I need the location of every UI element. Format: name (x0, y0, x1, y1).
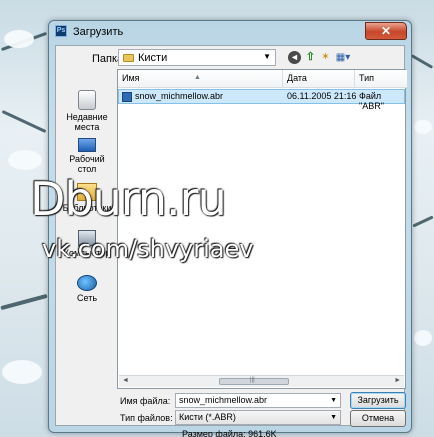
place-label: Рабочий стол (69, 154, 105, 174)
scroll-grip-icon: ||| (250, 377, 255, 383)
folder-icon (123, 54, 134, 62)
file-name: snow_michmellow.abr (135, 91, 224, 101)
file-row[interactable]: snow_michmellow.abr 06.11.2005 21:16 Фай… (118, 89, 405, 111)
column-header-type[interactable]: Тип (355, 70, 407, 88)
file-date: 06.11.2005 21:16 (287, 91, 357, 101)
up-folder-icon[interactable]: ⇧ (303, 50, 318, 65)
title-bar[interactable]: Ps Загрузить ✕ (49, 21, 411, 43)
photoshop-app-icon: Ps (55, 25, 67, 37)
scroll-left-icon[interactable]: ◄ (122, 377, 129, 384)
watermark-vk: vk.com/shvyriaev (42, 235, 254, 263)
file-size-text: Размер файла: 961,6K (182, 429, 277, 437)
chevron-down-icon: ▼ (330, 414, 337, 421)
back-icon[interactable]: ◄ (288, 51, 301, 64)
column-header-name[interactable]: Имя ▲ (118, 70, 283, 88)
filename-input[interactable]: snow_michmellow.abr ▼ (175, 393, 341, 408)
cancel-button[interactable]: Отмена (350, 410, 406, 427)
file-list[interactable]: Имя ▲ Дата изменения Тип snow_michmellow… (117, 69, 407, 389)
open-button[interactable]: Загрузить (350, 392, 406, 409)
chevron-down-icon[interactable]: ▼ (330, 394, 337, 407)
places-bar: Недавние места Рабочий стол Библиотеки К… (59, 70, 115, 390)
column-header-date[interactable]: Дата изменения (283, 70, 355, 100)
open-file-dialog: Ps Загрузить ✕ Папка: Кисти ▼ ◄ ⇧ ✶ ▦▾ Н… (48, 20, 412, 437)
place-recent[interactable]: Недавние места (59, 90, 115, 132)
new-folder-icon[interactable]: ✶ (318, 50, 333, 65)
abr-file-icon (122, 92, 132, 102)
window-title: Загрузить (73, 26, 124, 38)
place-label: Сеть (76, 293, 98, 303)
filename-value: snow_michmellow.abr (179, 395, 268, 405)
filetype-select[interactable]: Кисти (*.ABR) ▼ (175, 410, 341, 425)
recent-places-icon (78, 90, 96, 110)
network-icon (77, 275, 97, 291)
close-button[interactable]: ✕ (365, 22, 407, 40)
place-label: Недавние места (66, 112, 108, 132)
horizontal-scrollbar[interactable]: ◄ ||| ► (119, 375, 404, 387)
filetype-value: Кисти (*.ABR) (179, 412, 236, 422)
close-icon: ✕ (380, 24, 392, 38)
file-type: Файл "ABR" (359, 91, 384, 111)
watermark-site: Dburn.ru (30, 172, 227, 226)
chevron-down-icon: ▼ (263, 52, 271, 61)
filetype-label: Тип файлов: (120, 413, 173, 423)
place-desktop[interactable]: Рабочий стол (59, 138, 115, 174)
sort-ascending-icon: ▲ (194, 74, 201, 81)
view-menu-icon[interactable]: ▦▾ (333, 50, 353, 65)
desktop-icon (78, 138, 96, 152)
place-network[interactable]: Сеть (59, 275, 115, 303)
scroll-right-icon[interactable]: ► (394, 377, 401, 384)
filename-label: Имя файла: (120, 396, 171, 406)
current-folder: Кисти (138, 52, 168, 64)
folder-dropdown[interactable]: Кисти ▼ (118, 49, 276, 66)
